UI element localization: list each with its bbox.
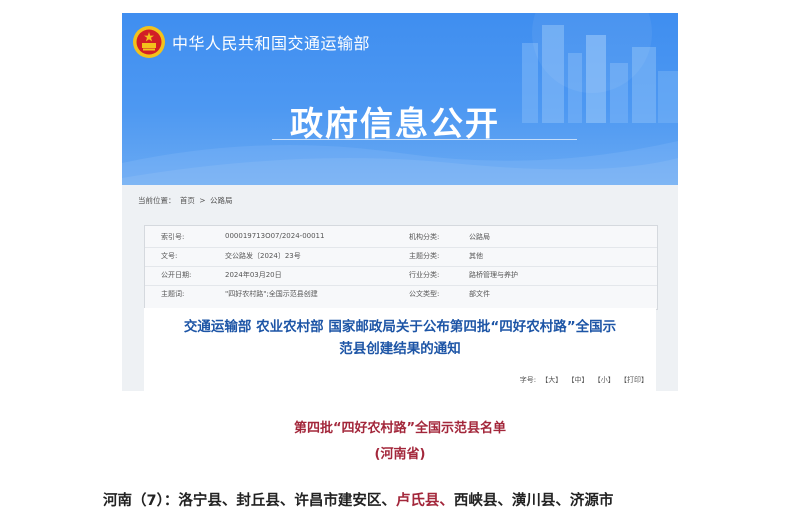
metadata-table: 索引号: 000019713O07/2024-00011 机构分类: 公路局 文… — [144, 225, 658, 310]
webpage-screenshot: 中华人民共和国交通运输部 政府信息公开 当前位置： 首页 > 公路局 索引号: … — [122, 13, 678, 391]
title-divider — [272, 139, 577, 140]
breadcrumb-label: 当前位置： — [138, 196, 176, 205]
county-list: 河南（7）：洛宁县、封丘县、许昌市建安区、卢氏县、西峡县、潢川县、济源市 — [103, 489, 613, 510]
portal-title: 政府信息公开 — [290, 104, 500, 143]
font-size-bar: 字号: 【大】 【中】 【小】 【打印】 — [517, 375, 648, 385]
font-size-label: 字号: — [519, 376, 537, 384]
document-title-line: 交通运输部 农业农村部 国家邮政局关于公布第四批“四好农村路”全国示 — [183, 319, 617, 335]
content-area: 当前位置： 首页 > 公路局 索引号: 000019713O07/2024-00… — [122, 185, 678, 391]
font-large-button[interactable]: 【大】 — [541, 376, 562, 384]
breadcrumb-separator: > — [199, 196, 206, 205]
meta-row: 索引号: 000019713O07/2024-00011 机构分类: 公路局 — [145, 229, 657, 245]
meta-key: 公开日期: — [161, 271, 192, 279]
meta-key: 行业分类: — [409, 271, 440, 279]
meta-value: 2024年03月20日 — [225, 271, 282, 279]
document-header: 交通运输部 农业农村部 国家邮政局关于公布第四批“四好农村路”全国示 范县创建结… — [144, 308, 656, 391]
meta-key: 文号: — [161, 252, 178, 260]
font-small-button[interactable]: 【小】 — [594, 376, 615, 384]
province-subtitle: (河南省) — [374, 447, 426, 462]
national-emblem-icon — [133, 26, 165, 58]
meta-row: 主题词: "四好农村路";全国示范县创建 公文类型: 部文件 — [145, 286, 657, 302]
meta-key: 主题词: — [161, 290, 185, 298]
document-title-line: 范县创建结果的通知 — [339, 341, 461, 357]
meta-value: 公路局 — [469, 233, 490, 241]
meta-value: 000019713O07/2024-00011 — [225, 232, 325, 240]
county-names: 西峡县、潢川县、济源市 — [453, 493, 614, 509]
county-prefix: 河南（7）： — [103, 493, 179, 509]
print-button[interactable]: 【打印】 — [620, 376, 648, 384]
site-banner: 中华人民共和国交通运输部 政府信息公开 — [122, 13, 678, 185]
font-medium-button[interactable]: 【中】 — [568, 376, 589, 384]
meta-key: 机构分类: — [409, 233, 440, 241]
meta-row: 公开日期: 2024年03月20日 行业分类: 路桥管理与养护 — [145, 267, 657, 283]
meta-value: "四好农村路";全国示范县创建 — [225, 290, 318, 298]
meta-row: 文号: 交公路发〔2024〕23号 主题分类: 其他 — [145, 248, 657, 264]
county-highlight: 卢氏县、 — [395, 493, 454, 509]
meta-key: 主题分类: — [409, 252, 440, 260]
ministry-name[interactable]: 中华人民共和国交通运输部 — [172, 30, 370, 54]
county-names: 洛宁县、封丘县、许昌市建安区、 — [178, 493, 396, 509]
meta-key: 公文类型: — [409, 290, 440, 298]
document-title: 交通运输部 农业农村部 国家邮政局关于公布第四批“四好农村路”全国示 范县创建结… — [144, 316, 656, 360]
meta-value: 其他 — [469, 252, 483, 260]
breadcrumb: 当前位置： 首页 > 公路局 — [138, 195, 234, 206]
meta-key: 索引号: — [161, 233, 185, 241]
meta-value: 部文件 — [469, 290, 490, 298]
meta-value: 交公路发〔2024〕23号 — [225, 252, 301, 260]
meta-value: 路桥管理与养护 — [469, 271, 518, 279]
breadcrumb-item-highway-bureau[interactable]: 公路局 — [210, 196, 233, 205]
list-title: 第四批“四好农村路”全国示范县名单 — [293, 421, 507, 436]
breadcrumb-item-home[interactable]: 首页 — [180, 196, 195, 205]
